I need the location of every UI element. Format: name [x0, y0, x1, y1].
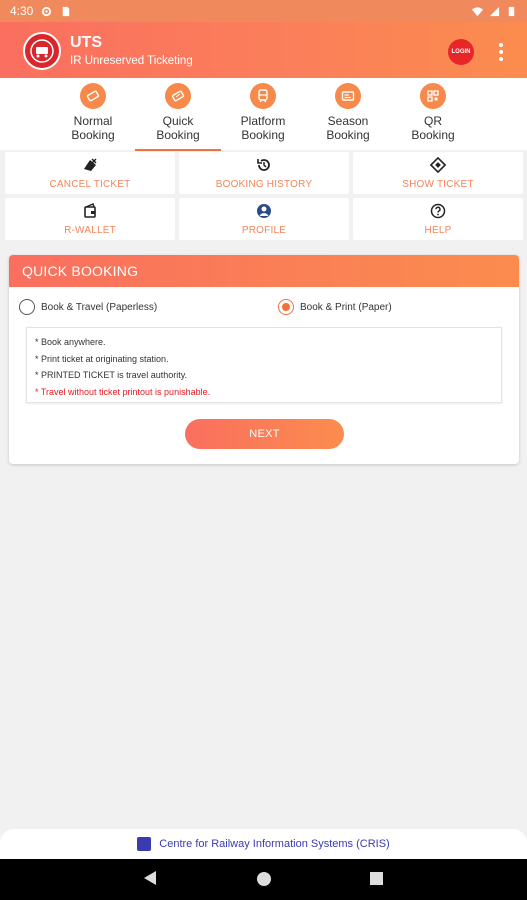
- booking-history-button[interactable]: BOOKING HISTORY: [179, 152, 349, 194]
- app-bar: UTS IR Unreserved Ticketing LOGIN: [0, 22, 527, 78]
- booking-tabs: Normal Booking Quick Booking Platform Booki…: [0, 78, 527, 151]
- footer: Centre for Railway Information Systems (…: [0, 829, 527, 859]
- more-vert-icon[interactable]: [494, 39, 508, 65]
- status-bar: 4:30: [0, 0, 527, 22]
- status-time: 4:30: [10, 4, 34, 18]
- history-icon: [256, 157, 272, 173]
- ticket-type-options: Book & Travel (Paperless) Book & Print (…: [19, 299, 509, 319]
- tab-label: Quick Booking: [156, 114, 200, 142]
- info-line: * Print ticket at originating station.: [35, 353, 169, 364]
- season-card-icon: [335, 83, 361, 109]
- system-nav-bar: [0, 859, 527, 900]
- cris-logo-icon: [137, 837, 152, 851]
- footer-text[interactable]: Centre for Railway Information Systems (…: [159, 838, 389, 850]
- wifi-icon: [472, 6, 483, 16]
- quick-ticket-icon: [165, 83, 191, 109]
- quick-booking-card: QUICK BOOKING Book & Travel (Paperless) …: [9, 255, 519, 464]
- show-ticket-button[interactable]: SHOW TICKET: [353, 152, 523, 194]
- home-icon[interactable]: [257, 872, 271, 886]
- battery-icon: [508, 6, 515, 16]
- radio-selected-icon: [278, 299, 294, 315]
- tab-label: Platform Booking: [240, 114, 286, 142]
- app-title: UTS: [70, 34, 102, 51]
- next-button[interactable]: NEXT: [185, 419, 344, 449]
- wallet-icon: [82, 203, 98, 219]
- profile-button[interactable]: PROFILE: [179, 198, 349, 240]
- app-subtitle: IR Unreserved Ticketing: [70, 55, 193, 67]
- tab-quick-booking[interactable]: Quick Booking: [135, 83, 221, 151]
- show-ticket-icon: [430, 157, 446, 173]
- r-wallet-button[interactable]: R-WALLET: [5, 198, 175, 240]
- tab-season-booking[interactable]: Season Booking: [305, 83, 391, 149]
- back-icon[interactable]: [144, 871, 156, 885]
- tab-platform-booking[interactable]: Platform Booking: [220, 83, 306, 149]
- paper-radio[interactable]: Book & Print (Paper): [278, 299, 392, 315]
- tab-qr-booking[interactable]: QR Booking: [390, 83, 476, 149]
- info-line: * Book anywhere.: [35, 337, 106, 347]
- help-button[interactable]: HELP: [353, 198, 523, 240]
- ticket-icon: [80, 83, 106, 109]
- recent-apps-icon[interactable]: [370, 872, 383, 885]
- login-button[interactable]: LOGIN: [448, 39, 474, 65]
- paperless-radio[interactable]: Book & Travel (Paperless): [19, 299, 157, 315]
- settings-icon: [42, 6, 52, 16]
- qr-code-icon: [420, 83, 446, 109]
- info-line: * PRINTED TICKET is travel authority.: [35, 370, 188, 380]
- indian-railways-logo: [23, 32, 61, 70]
- tab-label: Normal Booking: [71, 114, 115, 142]
- radio-unselected-icon: [19, 299, 35, 315]
- warning-line: * Travel without ticket printout is puni…: [35, 386, 211, 397]
- quick-booking-header: QUICK BOOKING: [9, 255, 519, 287]
- cancel-ticket-button[interactable]: CANCEL TICKET: [5, 152, 175, 194]
- active-tab-indicator: [135, 149, 221, 151]
- signal-icon: [489, 6, 500, 16]
- tab-label: Season Booking: [326, 114, 370, 142]
- paper-label: Book & Print (Paper): [300, 301, 392, 313]
- train-icon: [250, 83, 276, 109]
- profile-icon: [256, 203, 272, 219]
- tab-normal-booking[interactable]: Normal Booking: [50, 83, 136, 149]
- ticket-info-box: * Book anywhere. * Print ticket at origi…: [26, 327, 502, 403]
- cancel-ticket-icon: [82, 157, 98, 173]
- help-icon: [430, 203, 446, 219]
- paperless-label: Book & Travel (Paperless): [41, 301, 158, 313]
- sd-card-icon: [63, 6, 70, 16]
- tab-label: QR Booking: [411, 114, 455, 142]
